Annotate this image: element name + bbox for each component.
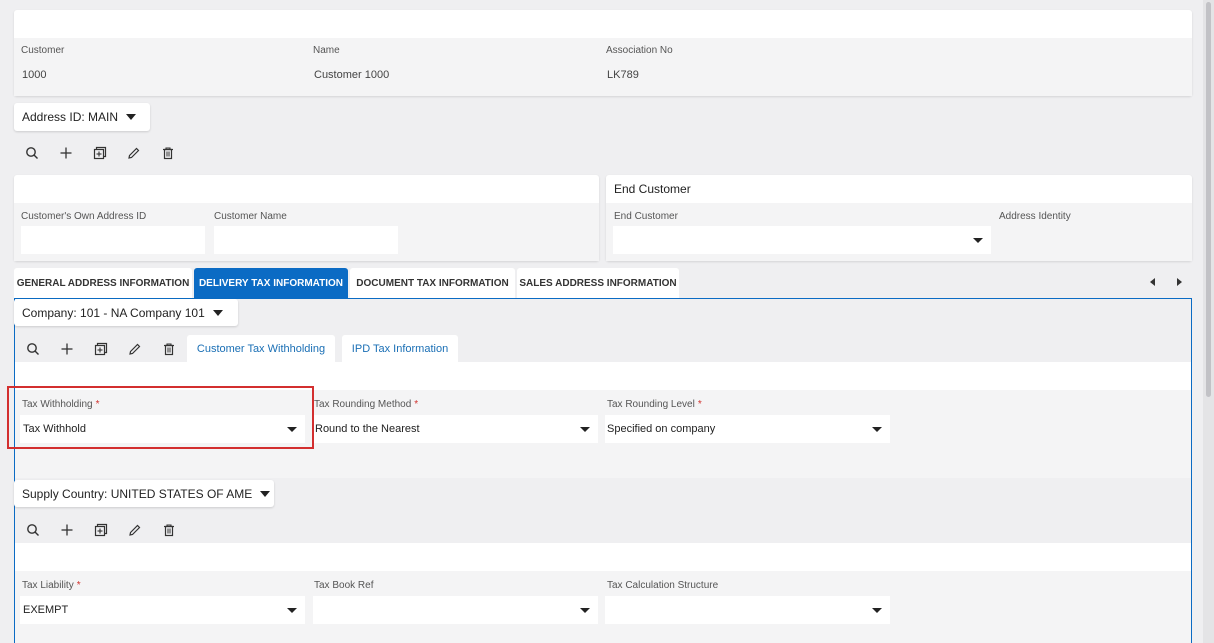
- tab-delivery-tax-information[interactable]: DELIVERY TAX INFORMATION: [194, 268, 348, 298]
- tab-sales-address-information[interactable]: SALES ADDRESS INFORMATION: [517, 268, 679, 298]
- tax-rounding-level-select[interactable]: Specified on company: [605, 415, 890, 443]
- customer-name-input[interactable]: [214, 226, 398, 254]
- search-icon[interactable]: [16, 338, 50, 360]
- customer-label: Customer: [21, 45, 65, 56]
- dropdown-arrow-icon: [287, 608, 297, 613]
- tax-liability-label: Tax Liability *: [22, 580, 81, 591]
- tax-book-ref-label: Tax Book Ref: [314, 580, 374, 591]
- tax-calculation-structure-label: Tax Calculation Structure: [607, 580, 719, 591]
- supply-country-selector[interactable]: Supply Country: UNITED STATES OF AME: [14, 480, 274, 507]
- customer-value: 1000: [22, 69, 47, 81]
- tax-book-ref-select[interactable]: [313, 596, 598, 624]
- scrollbar-thumb[interactable]: [1206, 2, 1211, 397]
- duplicate-icon[interactable]: [83, 142, 117, 164]
- chevron-down-icon: [260, 490, 271, 497]
- association-no-value: LK789: [607, 69, 639, 81]
- search-icon[interactable]: [16, 519, 50, 541]
- company-selector[interactable]: Company: 101 - NA Company 101: [14, 299, 238, 326]
- end-customer-label: End Customer: [614, 211, 678, 222]
- own-address-card: Customer's Own Address ID Customer Name: [14, 175, 599, 261]
- delete-icon[interactable]: [152, 519, 186, 541]
- tax-rounding-level-value: Specified on company: [607, 423, 716, 435]
- tax-rounding-method-label: Tax Rounding Method *: [314, 399, 419, 410]
- name-label: Name: [313, 45, 340, 56]
- address-identity-label: Address Identity: [999, 211, 1071, 222]
- edit-icon[interactable]: [118, 338, 152, 360]
- own-address-id-label: Customer's Own Address ID: [21, 211, 147, 222]
- add-icon[interactable]: [49, 142, 83, 164]
- address-toolbar: [15, 142, 185, 164]
- delete-icon[interactable]: [152, 338, 186, 360]
- tax-liability-select[interactable]: EXEMPT: [20, 596, 305, 624]
- add-icon[interactable]: [50, 519, 84, 541]
- association-no-label: Association No: [606, 45, 673, 56]
- company-label: Company: 101 - NA Company 101: [22, 305, 205, 320]
- address-id-label: Address ID: MAIN: [22, 110, 119, 124]
- dropdown-arrow-icon: [872, 608, 882, 613]
- search-icon[interactable]: [15, 142, 49, 164]
- tab-scroll-left-icon[interactable]: [1150, 278, 1155, 286]
- page-scrollbar[interactable]: [1203, 0, 1214, 643]
- header-field-band: [14, 38, 1192, 96]
- tab-general-address-information[interactable]: GENERAL ADDRESS INFORMATION: [14, 268, 192, 298]
- dropdown-arrow-icon: [580, 608, 590, 613]
- tax-calculation-structure-select[interactable]: [605, 596, 890, 624]
- supply-country-toolbar: [16, 519, 186, 541]
- tax-liability-card: [15, 543, 1191, 643]
- edit-icon[interactable]: [118, 519, 152, 541]
- dropdown-arrow-icon: [580, 427, 590, 432]
- address-id-selector[interactable]: Address ID: MAIN: [14, 103, 150, 131]
- duplicate-icon[interactable]: [84, 519, 118, 541]
- tax-rounding-method-value: Round to the Nearest: [315, 423, 420, 435]
- tab-ipd-tax-information[interactable]: IPD Tax Information: [342, 335, 458, 362]
- end-customer-select[interactable]: [613, 226, 991, 254]
- add-icon[interactable]: [50, 338, 84, 360]
- tax-liability-value: EXEMPT: [23, 604, 69, 616]
- chevron-down-icon: [212, 309, 223, 316]
- highlight-box: [7, 386, 314, 449]
- company-toolbar: [16, 338, 186, 360]
- dropdown-arrow-icon: [872, 427, 882, 432]
- end-customer-card: End Customer End Customer Address Identi…: [606, 175, 1192, 261]
- edit-icon[interactable]: [117, 142, 151, 164]
- tab-scroll-right-icon[interactable]: [1177, 278, 1182, 286]
- own-address-id-input[interactable]: [21, 226, 205, 254]
- name-value: Customer 1000: [314, 69, 390, 81]
- delete-icon[interactable]: [151, 142, 185, 164]
- tax-rounding-method-select[interactable]: Round to the Nearest: [313, 415, 598, 443]
- chevron-down-icon: [126, 114, 137, 120]
- supply-country-label: Supply Country: UNITED STATES OF AME: [22, 486, 253, 501]
- tab-customer-tax-withholding[interactable]: Customer Tax Withholding: [187, 335, 335, 362]
- tax-rounding-level-label: Tax Rounding Level *: [607, 399, 702, 410]
- dropdown-arrow-icon: [973, 238, 983, 243]
- customer-name-label: Customer Name: [214, 211, 287, 222]
- end-customer-title: End Customer: [614, 182, 691, 196]
- duplicate-icon[interactable]: [84, 338, 118, 360]
- tab-document-tax-information[interactable]: DOCUMENT TAX INFORMATION: [350, 268, 515, 298]
- customer-header-card: Customer 1000 Name Customer 1000 Associa…: [14, 10, 1192, 96]
